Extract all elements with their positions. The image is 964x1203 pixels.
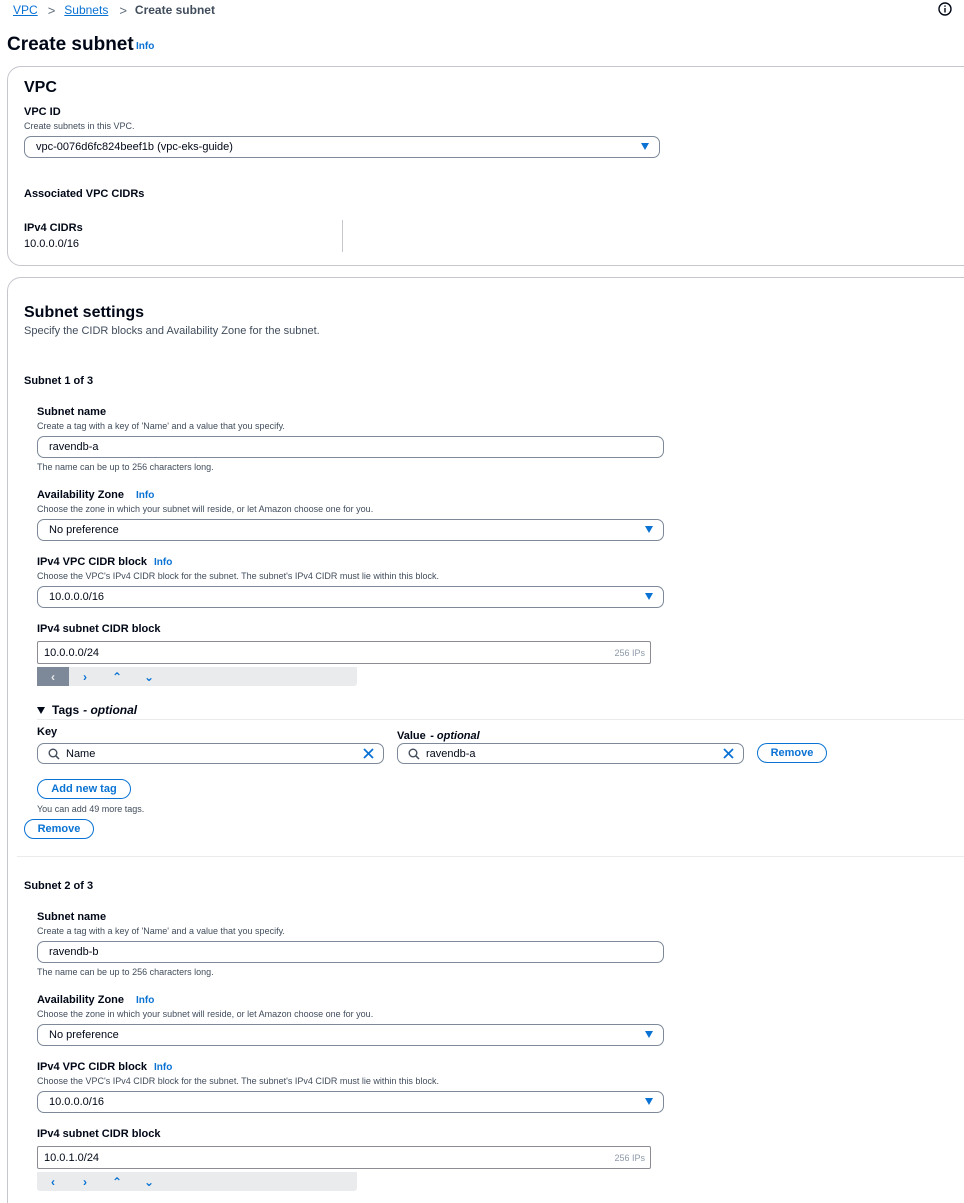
subnet-name-hint: The name can be up to 256 characters lon… [37, 967, 214, 977]
info-circle-icon[interactable] [938, 2, 952, 16]
cidr-up-button[interactable]: ⌃ [101, 1172, 133, 1191]
availability-zone-description: Choose the zone in which your subnet wil… [37, 1009, 374, 1019]
tag-value-label-text: Value [397, 730, 426, 742]
subnet-2-vpc-cidr-select[interactable]: 10.0.0.0/16 [37, 1091, 664, 1113]
vpc-cidr-block-value: 10.0.0.0/16 [49, 591, 105, 603]
subnet-1-cidr-stepper: ‹ › ⌃ ⌄ [37, 667, 357, 686]
tags-optional: - optional [83, 703, 138, 717]
cidr-right-button[interactable]: › [69, 667, 101, 686]
subnet-1-cidr-value: 10.0.0.0/24 [44, 647, 100, 659]
subnet-name-label: Subnet name [37, 911, 107, 923]
tags-divider [37, 719, 964, 720]
subnet-name-description: Create a tag with a key of 'Name' and a … [37, 421, 285, 431]
cidr-right-button[interactable]: › [69, 1172, 101, 1191]
subnet-1-heading: Subnet 1 of 3 [24, 375, 94, 387]
caret-down-icon [645, 1031, 653, 1038]
subnet-name-description: Create a tag with a key of 'Name' and a … [37, 926, 285, 936]
vpc-cidr-block-description: Choose the VPC's IPv4 CIDR block for the… [37, 1076, 439, 1086]
subnet-1-availability-zone-select[interactable]: No preference [37, 519, 664, 541]
clear-x-icon[interactable] [363, 748, 374, 762]
breadcrumb-separator: > [119, 2, 127, 18]
tag-key-input[interactable]: Name [37, 743, 384, 764]
vpc-panel-heading: VPC [24, 79, 57, 96]
cidr-left-button[interactable]: ‹ [37, 1172, 69, 1191]
ip-count: 256 IPs [614, 1153, 645, 1163]
vpc-cidr-block-info-link[interactable]: Info [154, 1062, 172, 1073]
subnet-2-name-value: ravendb-b [49, 946, 99, 958]
breadcrumb-subnets-link[interactable]: Subnets [64, 3, 108, 17]
subnet-1-name-value: ravendb-a [49, 441, 99, 453]
column-divider [342, 220, 343, 252]
availability-zone-description: Choose the zone in which your subnet wil… [37, 504, 374, 514]
search-icon [408, 748, 420, 763]
ipv4-cidrs-label: IPv4 CIDRs [24, 222, 83, 234]
caret-down-icon [645, 593, 653, 600]
cidr-up-button[interactable]: ⌃ [101, 667, 133, 686]
breadcrumb-current: Create subnet [134, 3, 215, 17]
subnet-cidr-block-label: IPv4 subnet CIDR block [37, 623, 161, 635]
ipv4-cidrs-value: 10.0.0.0/16 [24, 238, 80, 250]
caret-down-icon [641, 143, 649, 150]
availability-zone-label: Availability Zone [37, 994, 125, 1006]
subnet-name-hint: The name can be up to 256 characters lon… [37, 462, 214, 472]
tags-expander[interactable]: Tags - optional [37, 703, 137, 717]
subnet-2-heading: Subnet 2 of 3 [24, 880, 94, 892]
vpc-cidr-block-description: Choose the VPC's IPv4 CIDR block for the… [37, 571, 439, 581]
availability-zone-value: No preference [49, 1029, 119, 1041]
tag-value-value: ravendb-a [426, 748, 476, 760]
tags-label: Tags [52, 703, 80, 717]
caret-down-icon [645, 526, 653, 533]
subnet-name-label: Subnet name [37, 406, 107, 418]
subnet-cidr-block-label: IPv4 subnet CIDR block [37, 1128, 161, 1140]
subnet-2-name-input[interactable]: ravendb-b [37, 941, 664, 963]
subnet-settings-heading: Subnet settings [24, 304, 145, 321]
caret-down-icon [645, 1098, 653, 1105]
vpc-cidr-block-info-link[interactable]: Info [154, 557, 172, 568]
associated-cidrs-heading: Associated VPC CIDRs [24, 188, 145, 200]
tags-hint: You can add 49 more tags. [37, 804, 145, 814]
subnet-2-cidr-stepper: ‹ › ⌃ ⌄ [37, 1172, 357, 1191]
breadcrumb-vpc-link[interactable]: VPC [13, 3, 38, 17]
triangle-down-icon [37, 706, 45, 714]
cidr-left-button[interactable]: ‹ [37, 667, 69, 686]
vpc-cidr-block-value: 10.0.0.0/16 [49, 1096, 105, 1108]
subnet-1-name-input[interactable]: ravendb-a [37, 436, 664, 458]
cidr-down-button[interactable]: ⌄ [133, 667, 165, 686]
subnet-divider [17, 856, 964, 857]
subnet-settings-description: Specify the CIDR blocks and Availability… [24, 325, 320, 337]
availability-zone-value: No preference [49, 524, 119, 536]
availability-zone-info-link[interactable]: Info [136, 490, 154, 501]
subnet-2-availability-zone-select[interactable]: No preference [37, 1024, 664, 1046]
subnet-2-cidr-input[interactable]: 10.0.1.0/24 256 IPs [37, 1146, 651, 1169]
ip-count: 256 IPs [614, 648, 645, 658]
vpc-panel [7, 66, 964, 266]
tag-key-label: Key [37, 726, 58, 738]
breadcrumb: VPC > Subnets > Create subnet [13, 2, 215, 18]
page-title: Create subnet [7, 34, 134, 55]
vpc-cidr-block-label: IPv4 VPC CIDR block [37, 556, 148, 568]
tag-value-input[interactable]: ravendb-a [397, 743, 744, 764]
availability-zone-label: Availability Zone [37, 489, 125, 501]
vpc-id-label: VPC ID [24, 106, 61, 118]
remove-tag-button[interactable]: Remove [757, 743, 827, 763]
vpc-id-description: Create subnets in this VPC. [24, 121, 135, 131]
vpc-cidr-block-label: IPv4 VPC CIDR block [37, 1061, 148, 1073]
clear-x-icon[interactable] [723, 748, 734, 762]
subnet-settings-panel [7, 277, 964, 1203]
availability-zone-info-link[interactable]: Info [136, 995, 154, 1006]
tag-value-optional: - optional [430, 730, 480, 742]
vpc-id-select-value: vpc-0076d6fc824beef1b (vpc-eks-guide) [36, 141, 233, 153]
subnet-2-cidr-value: 10.0.1.0/24 [44, 1152, 100, 1164]
tag-key-value: Name [66, 748, 96, 760]
vpc-id-select[interactable]: vpc-0076d6fc824beef1b (vpc-eks-guide) [24, 136, 660, 158]
search-icon [48, 748, 60, 763]
breadcrumb-separator: > [47, 2, 56, 18]
cidr-down-button[interactable]: ⌄ [133, 1172, 165, 1191]
add-new-tag-button[interactable]: Add new tag [37, 779, 131, 799]
page-title-info-link[interactable]: Info [136, 41, 154, 52]
remove-subnet-1-button[interactable]: Remove [24, 819, 94, 839]
tag-value-label: Value - optional [397, 726, 480, 744]
subnet-1-vpc-cidr-select[interactable]: 10.0.0.0/16 [37, 586, 664, 608]
subnet-1-cidr-input[interactable]: 10.0.0.0/24 256 IPs [37, 641, 651, 664]
